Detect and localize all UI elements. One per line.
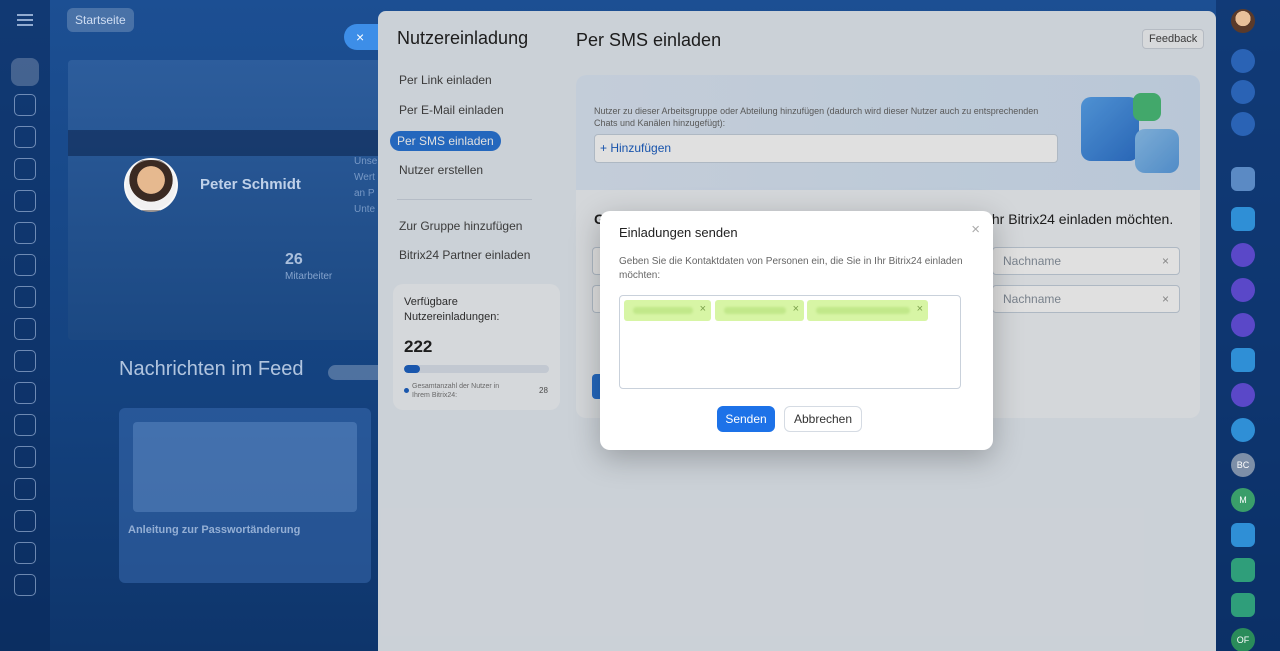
- copilot-icon[interactable]: [1231, 80, 1255, 104]
- feed-card-title[interactable]: Anleitung zur Passwortänderung: [128, 524, 300, 536]
- cover-image: [68, 60, 388, 340]
- feed-card[interactable]: [119, 408, 371, 583]
- remove-tag-icon[interactable]: ×: [917, 303, 923, 315]
- store-icon[interactable]: [14, 414, 36, 436]
- filter-icon[interactable]: [14, 542, 36, 564]
- profile-name: Peter Schmidt: [200, 176, 301, 193]
- side-text-line: Unte: [354, 204, 376, 215]
- user-avatar[interactable]: [1231, 9, 1255, 33]
- menu-icon[interactable]: [17, 14, 33, 26]
- bell-icon[interactable]: [1231, 49, 1255, 73]
- gear-icon[interactable]: [14, 94, 36, 116]
- send-button[interactable]: Senden: [717, 406, 775, 432]
- users-icon[interactable]: [14, 126, 36, 148]
- dialog-title: Einladungen senden: [619, 225, 738, 240]
- copilot-chat-icon[interactable]: [1231, 313, 1255, 337]
- channel-icon[interactable]: [1231, 243, 1255, 267]
- contact-tag[interactable]: ×: [807, 300, 928, 321]
- contacts-input[interactable]: × × ×: [619, 295, 961, 389]
- cancel-button[interactable]: Abbrechen: [784, 406, 862, 432]
- drive-icon[interactable]: [14, 222, 36, 244]
- mail-icon[interactable]: [14, 318, 36, 340]
- remove-tag-icon[interactable]: ×: [700, 303, 706, 315]
- board-icon[interactable]: [14, 254, 36, 276]
- start-page-button[interactable]: Startseite: [67, 8, 134, 32]
- avatar-initials[interactable]: OF: [1231, 628, 1255, 651]
- phone-icon[interactable]: [1231, 418, 1255, 442]
- globe-icon[interactable]: [14, 478, 36, 500]
- contact-card-icon[interactable]: [1231, 348, 1255, 372]
- search-icon[interactable]: [1231, 112, 1255, 136]
- card-icon[interactable]: [14, 510, 36, 532]
- contact-tag[interactable]: ×: [715, 300, 804, 321]
- remove-tag-icon[interactable]: ×: [793, 303, 799, 315]
- contact-tag[interactable]: ×: [624, 300, 711, 321]
- calendar-icon[interactable]: [14, 190, 36, 212]
- send-invitations-dialog: Einladungen senden × Geben Sie die Konta…: [600, 211, 993, 450]
- sign-icon[interactable]: [14, 382, 36, 404]
- copilot-chat-icon[interactable]: [1231, 383, 1255, 407]
- task-check-icon[interactable]: [1231, 593, 1255, 617]
- document-icon[interactable]: [14, 158, 36, 180]
- avatar-initials[interactable]: BC: [1231, 453, 1255, 477]
- contact-card-icon[interactable]: [1231, 523, 1255, 547]
- sitemap-icon[interactable]: [14, 574, 36, 596]
- dialog-description: Geben Sie die Kontaktdaten von Personen …: [619, 256, 963, 281]
- left-sidebar: [0, 0, 50, 651]
- tasks-icon[interactable]: [14, 286, 36, 308]
- chat-icon[interactable]: [14, 350, 36, 372]
- side-text-line: Unse: [354, 156, 378, 167]
- copilot-chat-icon[interactable]: [1231, 278, 1255, 302]
- employee-label: Mitarbeiter: [285, 271, 333, 282]
- avatar-initials[interactable]: M: [1231, 488, 1255, 512]
- employee-count: 26: [285, 251, 303, 268]
- side-text-line: an P: [354, 188, 375, 199]
- chat-icon[interactable]: [1231, 207, 1255, 231]
- home-icon[interactable]: [11, 58, 39, 86]
- contact-tag-value: [633, 307, 693, 314]
- contact-tag-value: [724, 307, 786, 314]
- file-icon[interactable]: [14, 446, 36, 468]
- contact-avatar[interactable]: [1231, 167, 1255, 191]
- contact-tag-value: [816, 307, 910, 314]
- side-text-line: Wert: [354, 172, 375, 183]
- close-icon[interactable]: ×: [971, 221, 980, 238]
- avatar: [124, 158, 178, 212]
- task-check-icon[interactable]: [1231, 558, 1255, 582]
- feed-title: Nachrichten im Feed: [119, 358, 304, 380]
